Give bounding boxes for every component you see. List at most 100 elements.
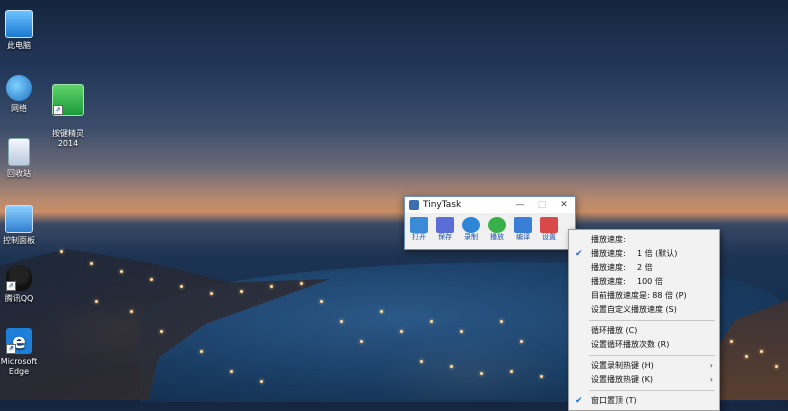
maximize-button[interactable]: □ [531, 200, 553, 210]
city-light [90, 262, 93, 265]
city-light [460, 330, 463, 333]
city-light [270, 285, 273, 288]
desktop-icon-qq[interactable]: ↗ 腾讯QQ [0, 265, 45, 304]
city-light [130, 310, 133, 313]
menu-item-record-hotkey[interactable]: 设置录制热键 (H) › [569, 359, 719, 373]
shortcut-arrow-icon: ↗ [53, 105, 63, 115]
recycle-bin-icon [8, 138, 30, 166]
compile-button[interactable]: 编译 [511, 216, 535, 244]
city-light [150, 278, 153, 281]
tool-label: 设置 [542, 233, 556, 241]
menu-item-loop-count[interactable]: 设置循环播放次数 (R) [569, 338, 719, 352]
desktop-icon-label: 网络 [11, 104, 27, 113]
desktop-icon-control-panel[interactable]: 控制面板 [0, 205, 45, 246]
city-light [120, 270, 123, 273]
open-button[interactable]: 打开 [407, 216, 431, 244]
city-light [180, 285, 183, 288]
city-light [95, 300, 98, 303]
city-light [760, 350, 763, 353]
city-light [500, 320, 503, 323]
save-icon [436, 217, 454, 233]
check-icon: ✔ [575, 396, 583, 406]
city-light [380, 310, 383, 313]
city-light [775, 365, 778, 368]
network-icon [6, 75, 32, 101]
settings-context-menu: 播放速度: ✔ 播放速度: 1 倍 (默认) 播放速度: 2 倍 播放速度: 100 倍… [568, 229, 720, 411]
city-light [300, 282, 303, 285]
check-icon: ✔ [575, 249, 583, 259]
city-light [420, 360, 423, 363]
chevron-right-icon: › [709, 375, 713, 384]
desktop-icon-label: 按键精灵 2014 [52, 129, 84, 148]
settings-icon [540, 217, 558, 233]
desktop-icon-network[interactable]: 网络 [0, 75, 45, 114]
tool-label: 播放 [490, 233, 504, 241]
desktop-icon-label: Microsoft Edge [0, 357, 38, 376]
menu-item-custom-speed[interactable]: 设置自定义播放速度 (S) [569, 303, 719, 317]
city-light [745, 355, 748, 358]
tool-label: 打开 [412, 233, 426, 241]
anjian-icon: ↗ [52, 84, 84, 116]
menu-item-speed-header: 播放速度: [591, 235, 626, 244]
city-light [520, 340, 523, 343]
city-light [200, 350, 203, 353]
city-light [160, 330, 163, 333]
desktop-icon-label: 控制面板 [3, 236, 35, 245]
record-icon [462, 217, 480, 233]
shortcut-arrow-icon: ↗ [6, 344, 16, 354]
minimize-button[interactable]: — [509, 200, 531, 210]
shortcut-arrow-icon: ↗ [6, 281, 16, 291]
tool-label: 录制 [464, 233, 478, 241]
control-panel-icon [5, 205, 33, 233]
tool-label: 编译 [516, 233, 530, 241]
play-icon [488, 217, 506, 233]
city-light [400, 330, 403, 333]
desktop-icon-label: 此电脑 [7, 41, 31, 50]
edge-icon: e ↗ [6, 328, 32, 354]
city-light [320, 300, 323, 303]
menu-item-speed-2x[interactable]: 播放速度: 2 倍 [569, 261, 719, 275]
play-button[interactable]: 播放 [485, 216, 509, 244]
desktop-icon-anjian[interactable]: ↗ 按键精灵 2014 [40, 74, 96, 159]
tinytask-app-icon [409, 200, 419, 210]
tinytask-titlebar[interactable]: TinyTask — □ ✕ [405, 197, 575, 213]
city-light [450, 365, 453, 368]
tinytask-toolbar: 打开 保存 录制 播放 编译 设置 [405, 213, 575, 247]
city-light [510, 370, 513, 373]
desktop-icon-label: 腾讯QQ [4, 294, 34, 303]
close-button[interactable]: ✕ [553, 200, 575, 210]
city-light [540, 375, 543, 378]
city-light [260, 380, 263, 383]
menu-separator [589, 355, 715, 356]
computer-icon [5, 10, 33, 38]
desktop-icon-recycle-bin[interactable]: 回收站 [0, 138, 45, 179]
desktop-icon-label: 回收站 [7, 169, 31, 178]
menu-item-always-on-top[interactable]: ✔ 窗口置顶 (T) [569, 394, 719, 408]
menu-item-current-speed[interactable]: 目前播放速度是: 88 倍 (P) [569, 289, 719, 303]
desktop-icon-this-pc[interactable]: 此电脑 [0, 10, 45, 51]
menu-separator [589, 390, 715, 391]
compile-icon [514, 217, 532, 233]
window-title: TinyTask [423, 200, 462, 210]
chevron-right-icon: › [709, 361, 713, 370]
tool-label: 保存 [438, 233, 452, 241]
city-light [340, 320, 343, 323]
city-light [730, 340, 733, 343]
save-button[interactable]: 保存 [433, 216, 457, 244]
record-button[interactable]: 录制 [459, 216, 483, 244]
menu-item-play-hotkey[interactable]: 设置播放热键 (K) › [569, 373, 719, 387]
menu-separator [589, 320, 715, 321]
settings-button[interactable]: 设置 [537, 216, 561, 244]
menu-item-speed-1x[interactable]: ✔ 播放速度: 1 倍 (默认) [569, 247, 719, 261]
menu-item-loop-play[interactable]: 循环播放 (C) [569, 324, 719, 338]
tinytask-window[interactable]: TinyTask — □ ✕ 打开 保存 录制 播放 编译 设置 [404, 196, 576, 250]
city-light [230, 370, 233, 373]
city-light [210, 292, 213, 295]
desktop-icon-edge[interactable]: e ↗ Microsoft Edge [0, 328, 45, 377]
city-light [240, 290, 243, 293]
city-light [360, 340, 363, 343]
menu-item-speed-100x[interactable]: 播放速度: 100 倍 [569, 275, 719, 289]
city-light [430, 320, 433, 323]
open-icon [410, 217, 428, 233]
city-light [480, 372, 483, 375]
